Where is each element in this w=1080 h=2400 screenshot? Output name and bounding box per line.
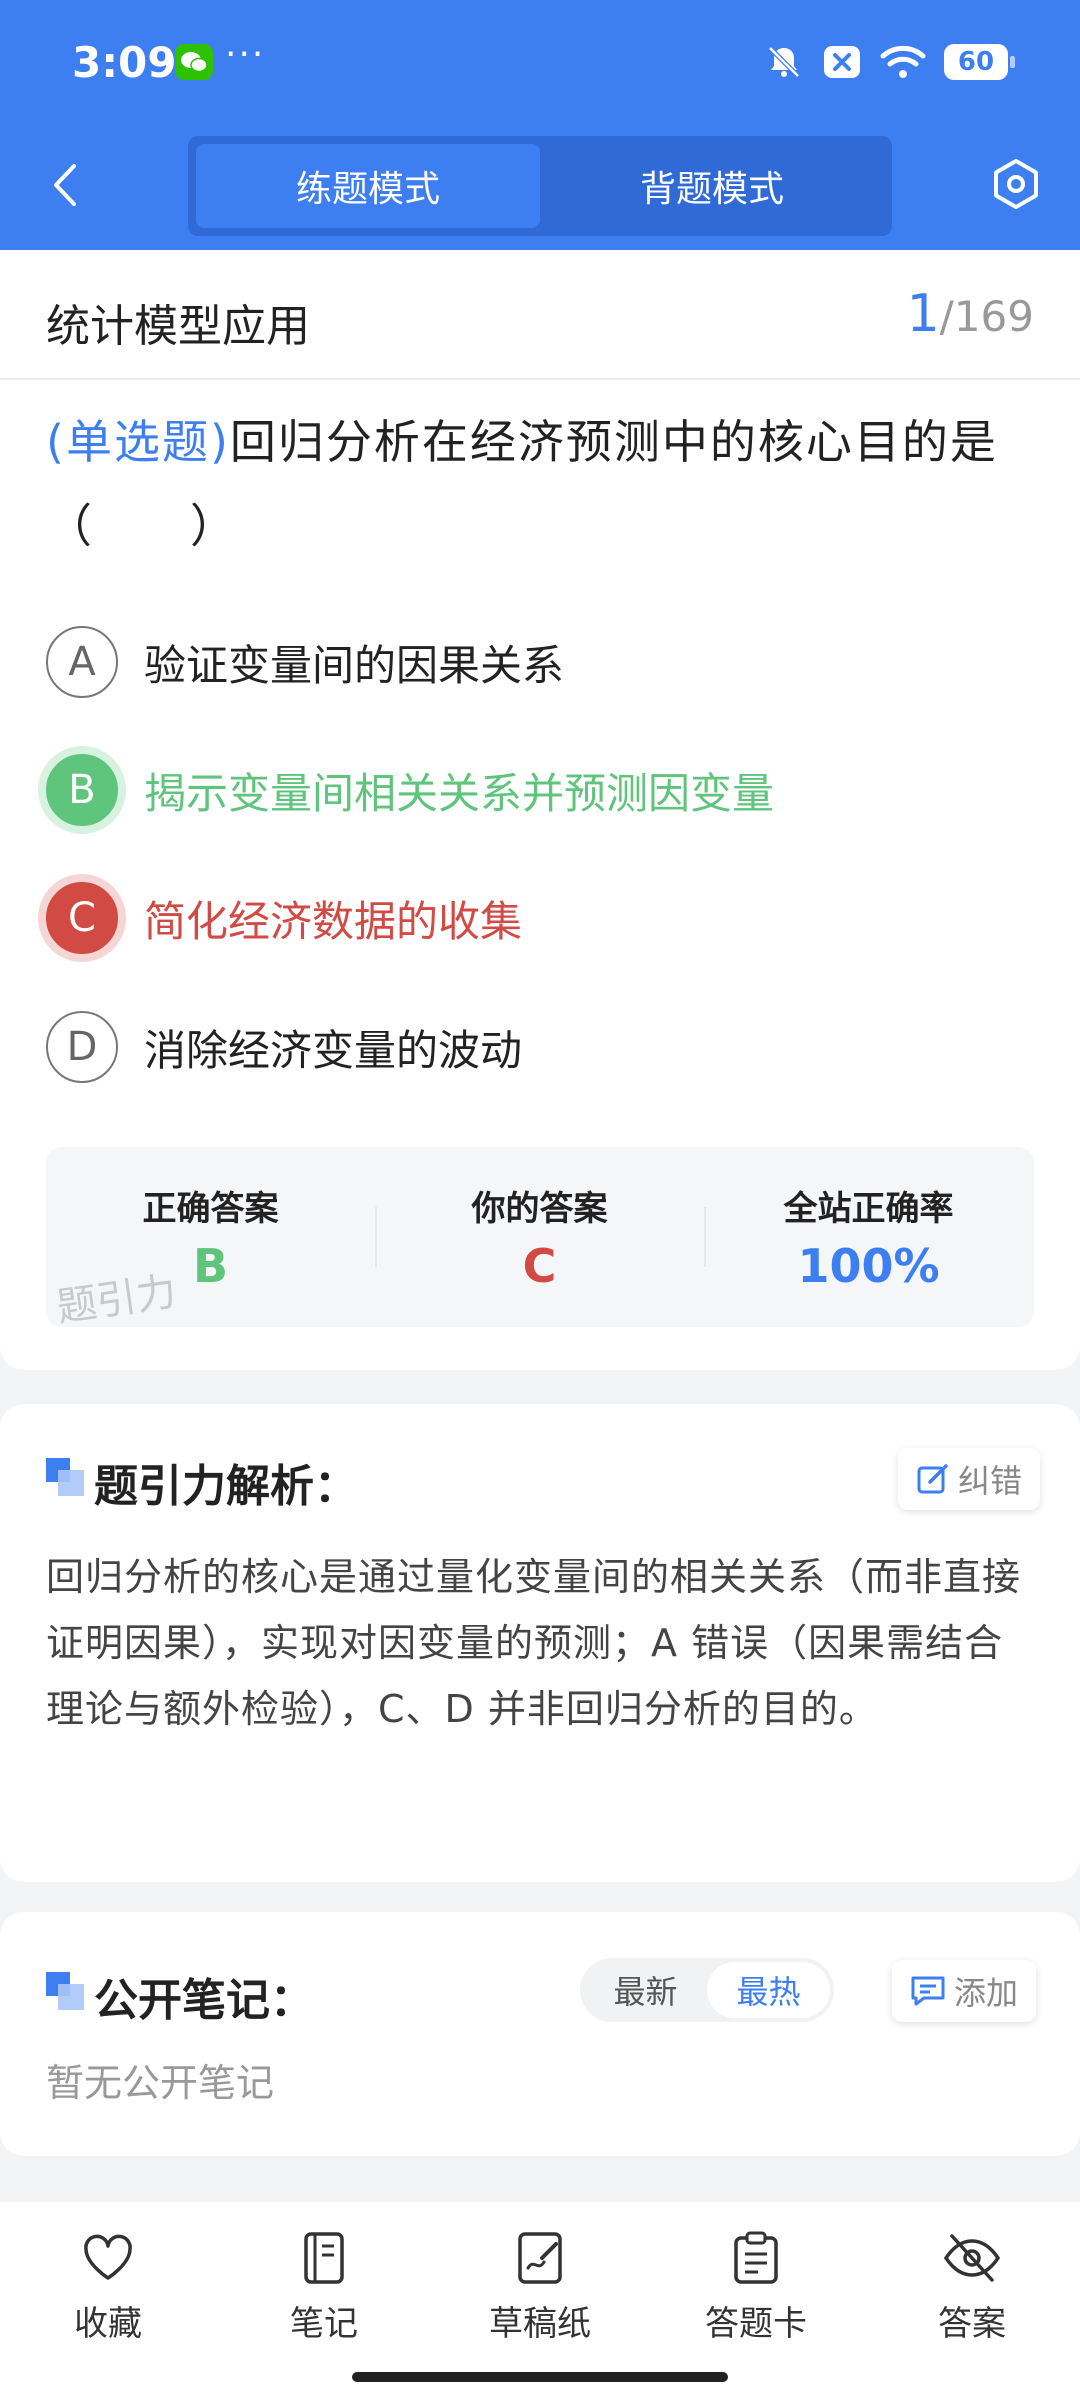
notebook-icon <box>304 2232 344 2284</box>
bottom-toolbar: 收藏 笔记 草稿纸 答题卡 答案 <box>0 2202 1080 2400</box>
option-text: 简化经济数据的收集 <box>144 896 523 946</box>
mode-switch: 练题模式 背题模式 <box>188 136 892 236</box>
notes-button[interactable]: 笔记 <box>244 2230 404 2350</box>
sort-hottest[interactable]: 最热 <box>707 1962 830 2018</box>
add-note-label: 添加 <box>954 1974 1019 2012</box>
bottom-label: 收藏 <box>74 2304 142 2344</box>
empty-notes-text: 暂无公开笔记 <box>46 2061 275 2105</box>
section-icon <box>46 1458 84 1496</box>
draft-paper-icon <box>518 2232 562 2284</box>
stat-value: C <box>522 1239 557 1293</box>
question-type: (单选题) <box>46 415 230 469</box>
option-d[interactable]: D 消除经济变量的波动 <box>46 1007 522 1087</box>
wifi-icon <box>880 45 926 78</box>
option-c[interactable]: C 简化经济数据的收集 <box>46 878 522 958</box>
answer-sheet-button[interactable]: 答题卡 <box>676 2230 836 2350</box>
bottom-label: 笔记 <box>290 2304 358 2344</box>
chevron-left-icon <box>54 164 76 206</box>
option-letter: B <box>46 754 118 826</box>
more-notifications-icon: ··· <box>225 34 266 75</box>
battery-icon: 60 <box>944 44 1015 80</box>
stat-label: 你的答案 <box>471 1189 608 1229</box>
subject-title: 统计模型应用 <box>46 301 310 352</box>
settings-hexagon-icon[interactable] <box>988 156 1044 212</box>
public-notes-card: 公开笔记： 最新 最热 添加 暂无公开笔记 <box>0 1912 1080 2156</box>
question-counter: 1/169 <box>907 284 1034 344</box>
option-a[interactable]: A 验证变量间的因果关系 <box>46 622 564 702</box>
analysis-title: 题引力解析： <box>94 1461 358 1512</box>
notes-title: 公开笔记： <box>94 1975 314 2026</box>
eye-off-icon <box>943 2234 1001 2282</box>
wechat-icon <box>175 44 213 80</box>
stat-label: 全站正确率 <box>783 1189 954 1229</box>
close-app-icon <box>824 46 860 78</box>
option-letter: A <box>46 626 118 698</box>
bottom-label: 草稿纸 <box>489 2304 591 2344</box>
question-text: (单选题)回归分析在经济预测中的核心目的是（ ） <box>46 400 1046 568</box>
battery-level: 60 <box>957 47 995 77</box>
tab-practice-mode[interactable]: 练题模式 <box>196 144 540 228</box>
bottom-label: 答案 <box>938 2304 1006 2344</box>
heart-icon <box>84 2234 132 2280</box>
status-icons: 60 <box>764 42 1015 82</box>
back-button[interactable] <box>40 160 90 210</box>
analysis-card: 题引力解析： 纠错 回归分析的核心是通过量化变量间的相关关系（而非直接证明因果）… <box>0 1404 1080 1882</box>
sort-latest[interactable]: 最新 <box>584 1962 707 2018</box>
home-indicator[interactable] <box>352 2372 728 2382</box>
bottom-label: 答题卡 <box>705 2304 807 2344</box>
stat-value: 100% <box>797 1239 940 1293</box>
option-b[interactable]: B 揭示变量间相关关系并预测因变量 <box>46 750 774 830</box>
stat-your-answer: 你的答案 C <box>375 1147 704 1327</box>
analysis-text: 回归分析的核心是通过量化变量间的相关关系（而非直接证明因果），实现对因变量的预测… <box>46 1555 1022 1731</box>
show-answer-button[interactable]: 答案 <box>892 2230 1052 2350</box>
section-icon <box>46 1972 84 2010</box>
subject-row: 统计模型应用 1/169 <box>0 250 1080 380</box>
option-text: 消除经济变量的波动 <box>144 1025 523 1075</box>
option-letter: C <box>46 882 118 954</box>
stat-label: 正确答案 <box>142 1189 279 1229</box>
option-text: 验证变量间的因果关系 <box>144 640 565 690</box>
bell-muted-icon <box>768 46 800 78</box>
draft-paper-button[interactable]: 草稿纸 <box>460 2230 620 2350</box>
report-error-label: 纠错 <box>958 1462 1023 1500</box>
add-note-button[interactable]: 添加 <box>892 1960 1037 2022</box>
favorite-button[interactable]: 收藏 <box>28 2230 188 2350</box>
top-header: 3:09 ··· 60 练题模式 背题模式 <box>0 0 1080 250</box>
status-bar: 3:09 ··· 60 <box>0 0 1080 125</box>
tab-memorize-mode[interactable]: 背题模式 <box>540 144 884 228</box>
stat-site-accuracy: 全站正确率 100% <box>704 1147 1033 1327</box>
answer-sheet-icon <box>734 2231 778 2284</box>
option-text: 揭示变量间相关关系并预测因变量 <box>144 768 775 818</box>
question-card: 统计模型应用 1/169 (单选题)回归分析在经济预测中的核心目的是（ ） A … <box>0 250 1080 1370</box>
report-error-button[interactable]: 纠错 <box>898 1448 1041 1510</box>
notes-sort-toggle: 最新 最热 <box>580 1958 834 2022</box>
comment-icon <box>911 1976 945 2006</box>
option-letter: D <box>46 1011 118 1083</box>
question-total: /169 <box>939 292 1034 341</box>
status-time: 3:09 <box>72 38 177 87</box>
answer-stats: 正确答案 B 你的答案 C 全站正确率 100% 题引力 <box>46 1147 1034 1331</box>
current-question-index: 1 <box>906 284 940 344</box>
edit-icon <box>917 1464 948 1494</box>
